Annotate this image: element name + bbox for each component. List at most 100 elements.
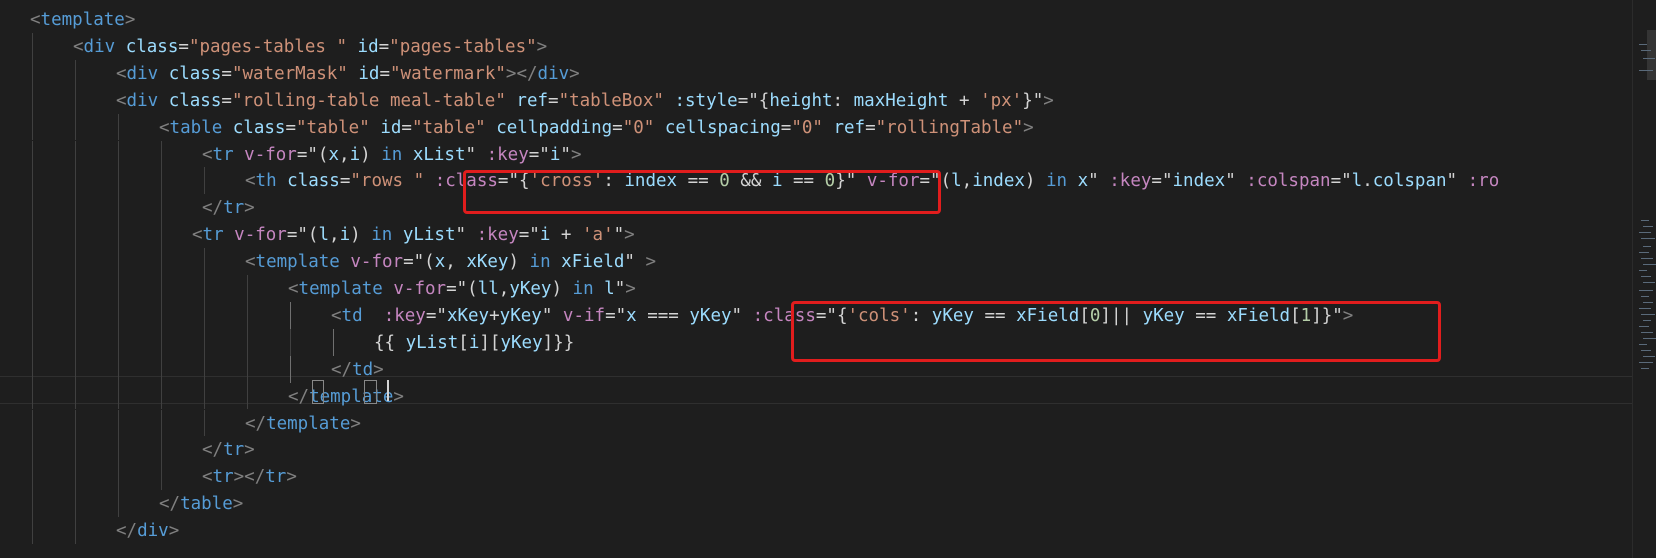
code-token: yList	[405, 332, 459, 353]
highlight-cols-class	[791, 301, 1441, 362]
minimap-line	[1643, 282, 1655, 283]
scrollbar-thumb[interactable]	[1647, 30, 1656, 80]
indent-guide	[204, 275, 205, 302]
current-line-highlight	[0, 376, 1632, 404]
code-line[interactable]: <div class="rolling-table meal-table" re…	[116, 87, 1054, 116]
cut-off-top-line	[0, 0, 1620, 4]
code-token: +	[550, 225, 582, 246]
code-line[interactable]: </template>	[245, 410, 361, 439]
code-line[interactable]: <template>	[30, 6, 135, 35]
code-token: </	[331, 359, 353, 380]
code-token: class	[168, 63, 222, 84]
indent-guide	[247, 301, 248, 329]
minimap[interactable]	[1632, 0, 1656, 558]
code-token: id	[358, 63, 380, 84]
code-line[interactable]: <div class="pages-tables " id="pages-tab…	[73, 33, 547, 62]
code-token: >	[569, 63, 580, 84]
code-editor[interactable]: <template> <div class="pages-tables " id=…	[0, 0, 1656, 558]
code-line[interactable]: </table>	[159, 490, 243, 519]
minimap-line	[1639, 70, 1653, 71]
code-token: <	[116, 63, 127, 84]
indent-guide	[75, 59, 76, 87]
code-token: ref	[833, 117, 866, 138]
code-token: xList	[412, 144, 466, 165]
code-token: :key	[1109, 171, 1152, 192]
code-token: =	[285, 117, 296, 138]
indent-guide	[75, 86, 76, 114]
code-token: v-for	[350, 252, 404, 273]
code-token: yKey	[689, 305, 732, 326]
code-token: "	[560, 144, 571, 165]
code-line[interactable]: {{ yList[i][yKey]}}	[374, 329, 574, 358]
code-token: class	[232, 117, 286, 138]
code-token: :key	[486, 144, 529, 165]
code-token: "rows "	[350, 171, 425, 192]
indent-guide	[204, 409, 205, 437]
code-token: yList	[402, 225, 456, 246]
code-token: ></	[505, 63, 538, 84]
code-line[interactable]: </tr>	[202, 436, 255, 465]
code-token: in	[381, 144, 403, 165]
code-token: i	[549, 144, 561, 165]
code-token: template	[40, 10, 125, 30]
indent-guide	[118, 167, 119, 195]
indent-guide	[118, 194, 119, 222]
minimap-line	[1643, 302, 1653, 303]
code-token: >	[373, 359, 384, 380]
code-token: xField	[561, 252, 625, 273]
code-token: =	[612, 117, 623, 138]
code-token: yKey	[499, 305, 542, 326]
indent-guide	[32, 86, 33, 114]
indent-guide	[32, 140, 33, 168]
indent-guide	[32, 167, 33, 195]
indent-guide	[32, 382, 33, 410]
minimap-line	[1641, 296, 1649, 297]
code-token: </	[159, 494, 181, 515]
code-token: =	[221, 63, 232, 84]
code-token: v-if	[562, 305, 606, 326]
indent-guide	[32, 463, 33, 491]
indent-guide	[75, 167, 76, 195]
indent-guide	[161, 248, 162, 275]
code-token: =	[378, 36, 390, 57]
code-token: </	[202, 440, 224, 461]
minimap-line	[1641, 276, 1651, 277]
code-token: >	[124, 10, 136, 30]
code-token: i	[539, 225, 551, 246]
indent-guide	[118, 328, 119, 356]
code-token: tr	[212, 467, 234, 488]
code-token: cellpadding	[496, 117, 613, 138]
code-token: )	[360, 144, 382, 165]
code-line[interactable]: <div class="waterMask" id="watermark"></…	[116, 60, 580, 89]
indent-guide	[75, 436, 76, 464]
code-token: div	[126, 63, 169, 84]
code-token: >	[645, 252, 657, 273]
code-token: }"	[1022, 90, 1044, 111]
code-token: "	[624, 252, 635, 273]
code-token: =	[1330, 171, 1342, 192]
indent-guide	[32, 436, 33, 464]
code-token: :key	[383, 305, 426, 326]
indent-guide	[32, 248, 33, 275]
code-token: =	[296, 144, 308, 165]
code-line[interactable]: </tr>	[202, 194, 255, 223]
code-line[interactable]: <table class="table" id="table" cellpadd…	[159, 114, 1034, 143]
code-line[interactable]: <tr v-for="(x,i) in xList" :key="i">	[202, 141, 581, 170]
code-token: template	[266, 413, 351, 434]
code-line[interactable]: <template v-for="(ll,yKey) in l">	[288, 275, 636, 304]
code-line[interactable]: <template v-for="(x, xKey) in xField" >	[245, 248, 656, 277]
code-line[interactable]: </div>	[116, 517, 179, 546]
code-token: <	[73, 36, 84, 57]
code-token: "	[529, 225, 540, 246]
code-token: "(	[297, 225, 319, 246]
indent-guide	[161, 275, 162, 302]
code-token: "table"	[296, 117, 370, 138]
code-line[interactable]: <tr></tr>	[202, 463, 297, 492]
code-line[interactable]: <tr v-for="(l,i) in yList" :key="i + 'a'…	[192, 221, 635, 250]
